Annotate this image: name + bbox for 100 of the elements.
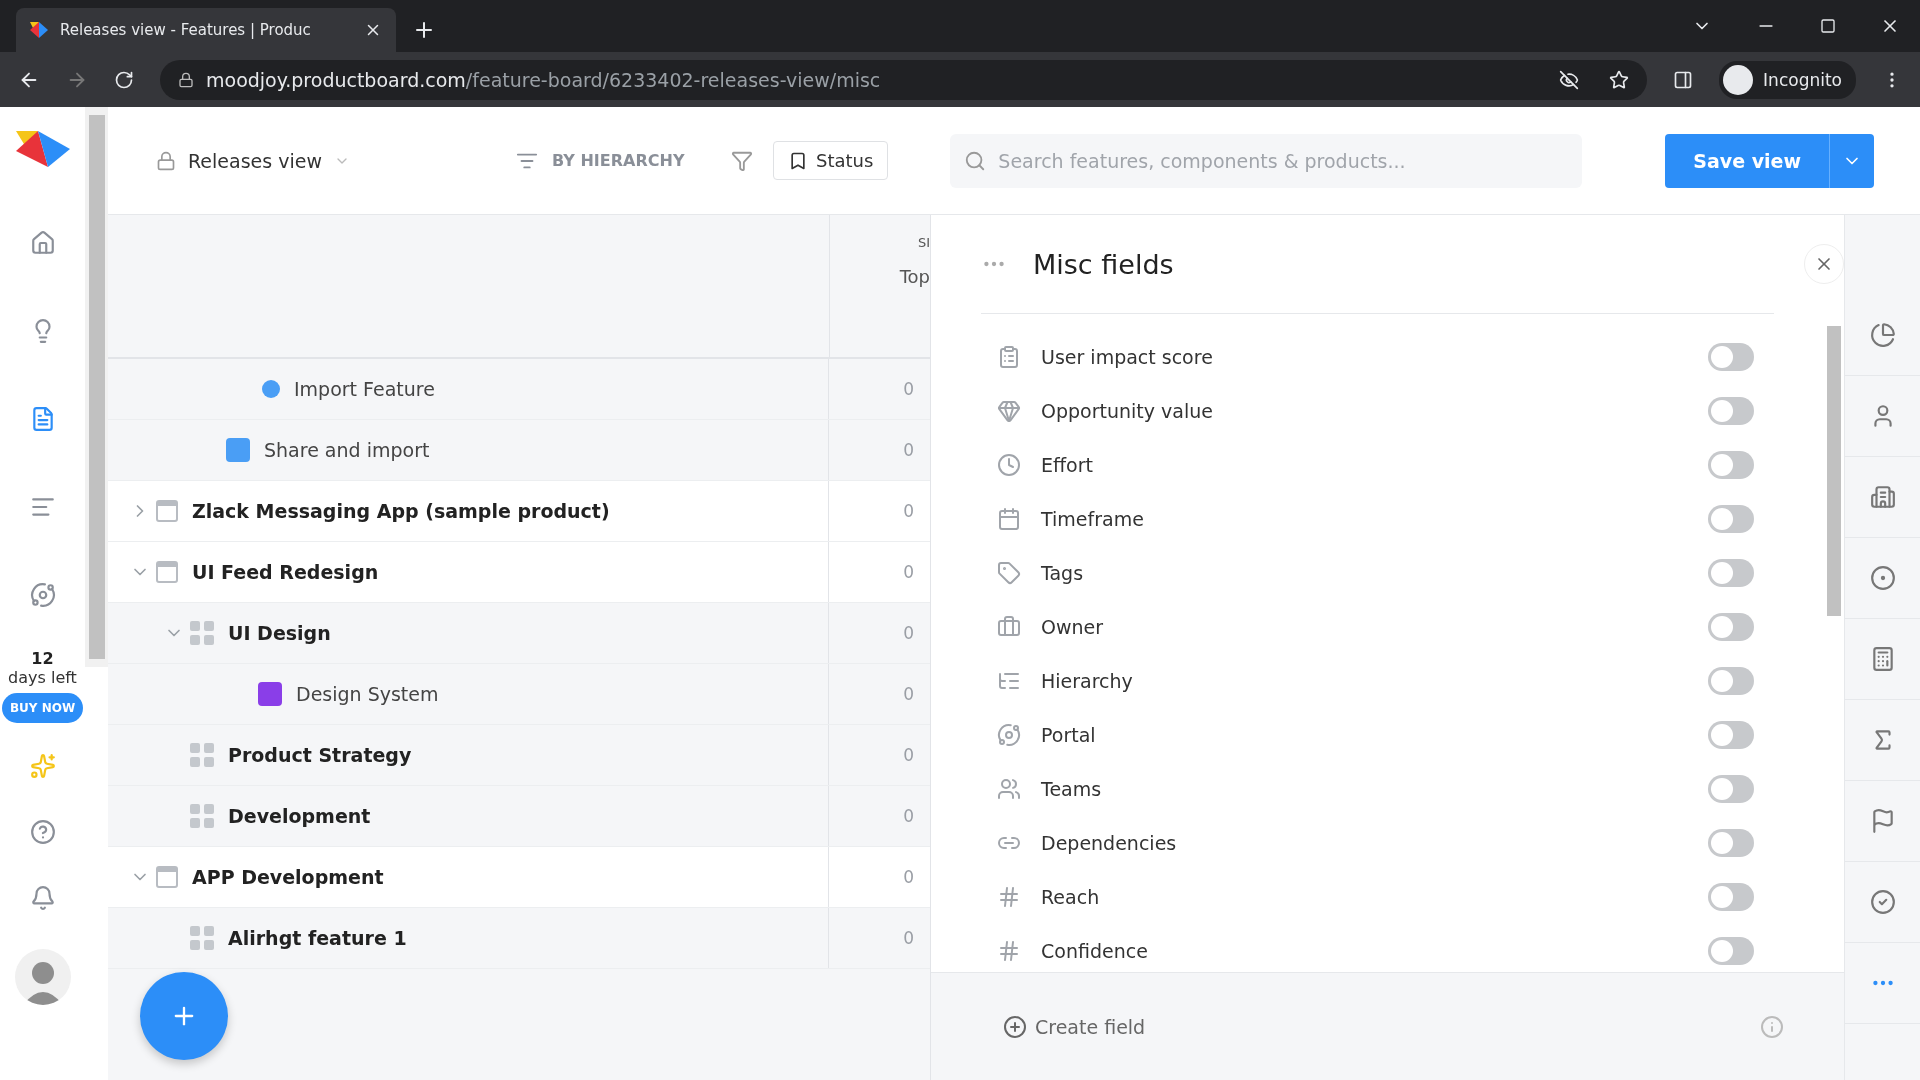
row-value: 0 — [903, 379, 914, 399]
row-value: 0 — [903, 684, 914, 704]
row-title[interactable]: Zlack Messaging App (sample product) — [192, 500, 610, 522]
browser-tab[interactable]: Releases view - Features | Produc — [16, 8, 396, 52]
toggle-switch[interactable] — [1708, 829, 1754, 857]
row-value: 0 — [903, 562, 914, 582]
target-icon[interactable] — [1869, 565, 1896, 591]
clipboard-icon — [997, 345, 1021, 369]
grid-icon — [190, 743, 214, 767]
toggle-switch[interactable] — [1708, 775, 1754, 803]
field-label: Hierarchy — [1041, 670, 1134, 692]
logo-icon — [30, 22, 48, 38]
profile-button[interactable]: Incognito — [1719, 60, 1856, 99]
row-value: 0 — [903, 806, 914, 826]
close-button[interactable] — [1804, 244, 1844, 284]
hash-icon — [997, 885, 1021, 909]
lock-icon — [156, 150, 176, 171]
info-icon[interactable] — [1760, 1014, 1784, 1039]
field-label: Tags — [1041, 562, 1085, 584]
tag-icon — [997, 561, 1021, 585]
grid-icon — [190, 804, 214, 828]
row-value: 0 — [903, 745, 914, 765]
field-label: User impact score — [1041, 346, 1214, 368]
briefcase-icon — [997, 615, 1021, 639]
bell-icon[interactable] — [29, 885, 56, 911]
filter-icon[interactable] — [731, 149, 753, 172]
field-label: Owner — [1041, 616, 1105, 638]
help-icon[interactable] — [29, 819, 56, 845]
toggle-switch[interactable] — [1708, 883, 1754, 911]
window-icon — [156, 866, 178, 888]
row-value: 0 — [903, 928, 914, 948]
trial-label: days left — [8, 668, 77, 687]
scrollbar[interactable] — [1827, 326, 1841, 616]
grid-icon — [190, 926, 214, 950]
clock-icon — [997, 453, 1021, 477]
row-title[interactable]: Development — [228, 805, 371, 827]
row-value: 0 — [903, 440, 914, 460]
field-label: Effort — [1041, 454, 1094, 476]
orbit-icon[interactable] — [29, 582, 56, 608]
row-title[interactable]: UI Feed Redesign — [192, 561, 379, 583]
toggle-switch[interactable] — [1708, 721, 1754, 749]
bookmark-icon — [788, 150, 808, 171]
toggle-switch[interactable] — [1708, 559, 1754, 587]
plus-circle-icon — [1003, 1014, 1027, 1039]
toggle-switch[interactable] — [1708, 667, 1754, 695]
row-value: 0 — [903, 501, 914, 521]
row-title[interactable]: Alirhgt feature 1 — [228, 927, 407, 949]
field-label: Dependencies — [1041, 832, 1178, 854]
toggle-switch[interactable] — [1708, 613, 1754, 641]
row-title[interactable]: APP Development — [192, 866, 384, 888]
field-label: Reach — [1041, 886, 1101, 908]
status-button[interactable]: Status — [773, 141, 889, 180]
url-text: moodjoy.productboard.com/feature-board/6233402-releases-view/misc — [206, 68, 881, 91]
field-label: Confidence — [1041, 940, 1149, 962]
trial-days: 12 — [31, 649, 54, 668]
grid-icon — [190, 621, 214, 645]
window-icon — [156, 561, 178, 583]
tab-title: Releases view - Features | Produc — [60, 21, 312, 39]
create-field-button[interactable]: Create field — [997, 1013, 1152, 1040]
orbit-icon — [997, 723, 1021, 747]
search-input[interactable]: Search features, components & products... — [996, 148, 1569, 173]
row-title[interactable]: Share and import — [264, 439, 430, 461]
people-icon — [997, 777, 1021, 801]
scrollbar[interactable] — [88, 115, 105, 659]
home-icon[interactable] — [29, 230, 56, 256]
window-icon — [156, 500, 178, 522]
row-title[interactable]: Design System — [296, 683, 439, 705]
sparkles-icon[interactable] — [29, 753, 56, 779]
toggle-switch[interactable] — [1708, 397, 1754, 425]
diamond-icon — [997, 399, 1021, 423]
row-value: 0 — [903, 623, 914, 643]
panel-title: Misc fields — [1033, 248, 1174, 280]
row-title[interactable]: Product Strategy — [228, 744, 412, 766]
eye-off-icon[interactable] — [1559, 69, 1580, 90]
toggle-switch[interactable] — [1708, 505, 1754, 533]
side-panel-icon[interactable] — [1673, 69, 1694, 90]
row-title[interactable]: Import Feature — [294, 378, 435, 400]
star-icon[interactable] — [1609, 69, 1630, 90]
calendar-icon — [997, 507, 1021, 531]
pie-chart-icon[interactable] — [1869, 322, 1896, 348]
field-label: Opportunity value — [1041, 400, 1214, 422]
row-value: 0 — [903, 867, 914, 887]
reload-icon[interactable] — [114, 69, 134, 90]
building-icon[interactable] — [1869, 484, 1896, 510]
check-circle-icon[interactable] — [1869, 889, 1896, 915]
toggle-switch[interactable] — [1708, 451, 1754, 479]
address-bar[interactable]: moodjoy.productboard.com/feature-board/6233402-releases-view/misc — [160, 59, 1648, 100]
logo-icon — [15, 129, 70, 169]
search-field[interactable]: Search features, components & products... — [950, 133, 1583, 188]
hash-icon — [997, 939, 1021, 963]
toggle-switch[interactable] — [1708, 937, 1754, 965]
toggle-switch[interactable] — [1708, 343, 1754, 371]
view-name[interactable]: Releases view — [188, 149, 322, 172]
row-title[interactable]: UI Design — [228, 622, 331, 644]
field-label: Teams — [1041, 778, 1103, 800]
search-icon — [964, 149, 987, 172]
restore-icon[interactable] — [1820, 18, 1836, 34]
field-label: Timeframe — [1041, 508, 1145, 530]
column-header: Top — [899, 266, 930, 287]
field-label: Portal — [1041, 724, 1097, 746]
